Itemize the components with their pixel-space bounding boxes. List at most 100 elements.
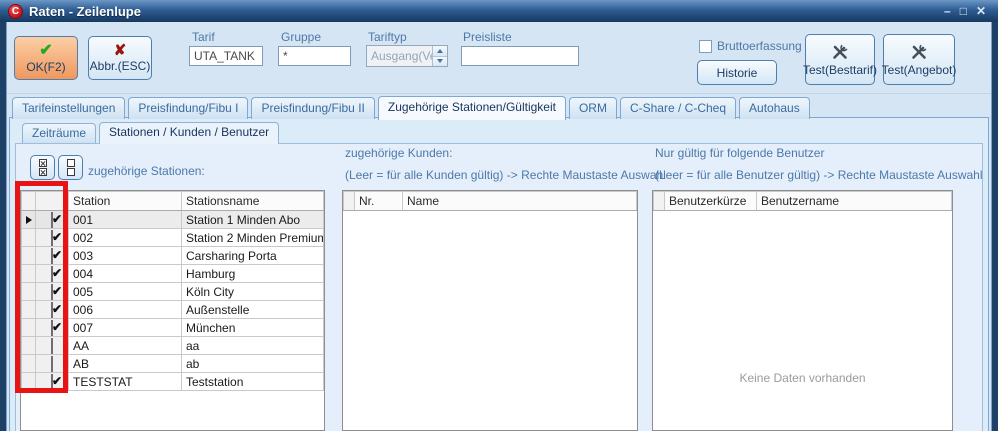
cell-stationsname: Hamburg — [182, 265, 324, 283]
column-header-name[interactable]: Name — [403, 192, 637, 211]
row-selector-header — [654, 192, 665, 211]
checkbox-column-header[interactable] — [36, 192, 69, 211]
close-icon[interactable]: ✕ — [976, 5, 986, 17]
row-checkbox[interactable] — [51, 320, 53, 336]
cell-station: 002 — [69, 229, 182, 247]
cell-stationsname: Außenstelle — [182, 301, 324, 319]
table-row[interactable]: 006 Außenstelle — [22, 301, 324, 319]
minimize-icon[interactable]: – — [944, 5, 951, 17]
maximize-icon[interactable]: □ — [960, 5, 967, 17]
tab-preisfindung-fibu-2[interactable]: Preisfindung/Fibu II — [251, 97, 374, 119]
row-checkbox[interactable] — [51, 356, 53, 372]
subtab-stationen-kunden-benutzer[interactable]: Stationen / Kunden / Benutzer — [99, 122, 279, 144]
spin-up-icon[interactable] — [433, 46, 447, 56]
subtab-zeitraeume[interactable]: Zeiträume — [22, 123, 96, 143]
cell-station: AB — [69, 355, 182, 373]
tariftyp-spinner[interactable]: Ausgang(Ver — [366, 45, 448, 67]
historie-button[interactable]: Historie — [697, 60, 777, 85]
table-row[interactable]: 007 München — [22, 319, 324, 337]
row-checkbox[interactable] — [51, 266, 53, 282]
column-header-benutzerkuerze[interactable]: Benutzerkürze — [665, 192, 757, 211]
table-row[interactable]: 001 Station 1 Minden Abo — [22, 211, 324, 229]
table-row[interactable]: 005 Köln City — [22, 283, 324, 301]
check-all-button[interactable] — [30, 155, 55, 180]
historie-button-label: Historie — [717, 66, 758, 80]
spin-down-icon[interactable] — [433, 56, 447, 67]
table-row[interactable]: TESTSTAT Teststation — [22, 373, 324, 391]
row-checkbox-cell — [36, 301, 69, 319]
table-row[interactable]: 002 Station 2 Minden Premium — [22, 229, 324, 247]
stations-table-body: 001 Station 1 Minden Abo 002 Station 2 M… — [22, 211, 324, 391]
test-besttarif-button[interactable]: Test(Besttarif) — [805, 34, 875, 85]
column-header-benutzername[interactable]: Benutzername — [757, 192, 952, 211]
empty-box-icon — [67, 159, 75, 167]
app-logo-icon: C — [8, 4, 23, 19]
row-selector-cell[interactable] — [22, 211, 36, 229]
row-checkbox[interactable] — [51, 230, 53, 246]
tariftyp-label: Tariftyp — [368, 30, 407, 44]
checked-box-icon — [39, 159, 47, 167]
bruttoerfassung-label: Bruttoerfassung — [717, 39, 802, 53]
column-header-stationsname[interactable]: Stationsname — [182, 192, 324, 211]
row-checkbox[interactable] — [51, 338, 53, 354]
row-checkbox-cell — [36, 355, 69, 373]
row-checkbox-cell — [36, 319, 69, 337]
row-selector-cell[interactable] — [22, 373, 36, 391]
row-selector-cell[interactable] — [22, 337, 36, 355]
table-row[interactable]: 003 Carsharing Porta — [22, 247, 324, 265]
tab-tarifeinstellungen[interactable]: Tarifeinstellungen — [12, 97, 125, 119]
tarif-input[interactable] — [189, 46, 263, 66]
row-selector-cell[interactable] — [22, 283, 36, 301]
tab-orm[interactable]: ORM — [569, 97, 617, 119]
cell-station: 006 — [69, 301, 182, 319]
row-checkbox[interactable] — [51, 212, 53, 228]
kunden-table[interactable]: Nr. Name — [342, 190, 638, 431]
cell-stationsname: aa — [182, 337, 324, 355]
table-row[interactable]: 004 Hamburg — [22, 265, 324, 283]
row-checkbox[interactable] — [51, 302, 53, 318]
preisliste-input[interactable] — [461, 46, 579, 66]
row-selector-cell[interactable] — [22, 247, 36, 265]
benutzer-table[interactable]: Benutzerkürze Benutzername Keine Daten v… — [652, 190, 953, 431]
title-bar: C Raten - Zeilenlupe – □ ✕ — [0, 0, 998, 22]
uncheck-all-button[interactable] — [58, 155, 83, 180]
row-checkbox-cell — [36, 265, 69, 283]
benutzer-header-row: Benutzerkürze Benutzername — [654, 192, 952, 211]
column-header-station[interactable]: Station — [69, 192, 182, 211]
bruttoerfassung-checkbox[interactable] — [699, 40, 712, 53]
row-checkbox-cell — [36, 211, 69, 229]
ok-button[interactable]: ✔ OK(F2) — [14, 36, 78, 80]
tab-c-share[interactable]: C-Share / C-Cheq — [620, 97, 736, 119]
stations-table[interactable]: Station Stationsname 001 Station 1 Minde… — [20, 190, 325, 431]
tariftyp-spin-buttons — [432, 46, 447, 66]
test-angebot-button[interactable]: Test(Angebot) — [883, 34, 955, 85]
cancel-button[interactable]: ✘ Abbr.(ESC) — [88, 36, 152, 80]
tab-autohaus[interactable]: Autohaus — [739, 97, 810, 119]
no-data-text: Keine Daten vorhanden — [653, 371, 952, 385]
table-row[interactable]: AB ab — [22, 355, 324, 373]
tab-preisfindung-fibu-1[interactable]: Preisfindung/Fibu I — [128, 97, 248, 119]
tab-zugehoerige-stationen[interactable]: Zugehörige Stationen/Gültigkeit — [378, 96, 566, 120]
checked-box-icon — [39, 168, 47, 176]
gruppe-input[interactable] — [278, 46, 351, 66]
window-border-right — [991, 22, 998, 431]
row-checkbox[interactable] — [51, 374, 53, 390]
sub-tabstrip: Zeiträume Stationen / Kunden / Benutzer — [22, 122, 279, 143]
row-selector-cell[interactable] — [22, 355, 36, 373]
window-title: Raten - Zeilenlupe — [29, 4, 141, 19]
row-checkbox[interactable] — [51, 284, 53, 300]
cell-stationsname: Station 2 Minden Premium — [182, 229, 324, 247]
row-checkbox-cell — [36, 247, 69, 265]
row-selector-cell[interactable] — [22, 265, 36, 283]
row-selector-cell[interactable] — [22, 301, 36, 319]
app-window: C Raten - Zeilenlupe – □ ✕ ✔ OK(F2) ✘ Ab… — [0, 0, 998, 431]
table-row[interactable]: AA aa — [22, 337, 324, 355]
row-checkbox-cell — [36, 373, 69, 391]
window-controls: – □ ✕ — [944, 5, 990, 17]
main-tabstrip: Tarifeinstellungen Preisfindung/Fibu I P… — [12, 96, 810, 119]
row-selector-cell[interactable] — [22, 229, 36, 247]
row-selector-cell[interactable] — [22, 319, 36, 337]
row-checkbox[interactable] — [51, 248, 53, 264]
benutzer-panel-title: Nur gültig für folgende Benutzer — [655, 146, 824, 160]
column-header-nr[interactable]: Nr. — [355, 192, 403, 211]
